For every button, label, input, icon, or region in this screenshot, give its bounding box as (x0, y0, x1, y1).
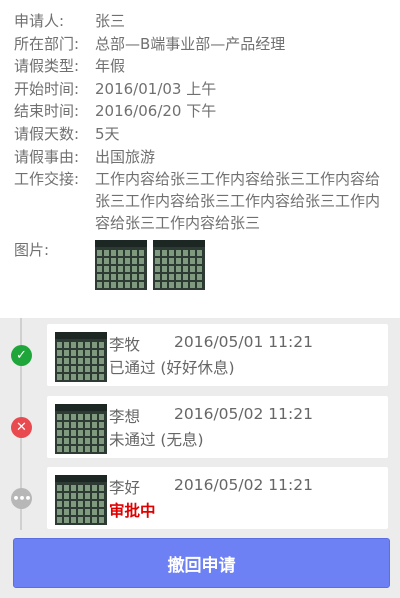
end-time-row: 结束时间: 2016/06/20 下午 (14, 100, 390, 123)
leave-type-value: 年假 (95, 57, 126, 76)
avatar (55, 332, 107, 382)
approval-result: 已通过 (好好休息) (109, 359, 235, 377)
end-time-label: 结束时间: (14, 102, 80, 121)
start-time-label: 开始时间: (14, 79, 80, 98)
reason-row: 请假事由: 出国旅游 (14, 146, 390, 169)
approver-name: 李好 (109, 479, 141, 497)
approver-name: 李想 (109, 408, 141, 426)
approval-result: 未通过 (无息) (109, 431, 204, 449)
department-row: 所在部门: 总部—B端事业部—产品经理 (14, 33, 390, 56)
handover-value: 工作内容给张三工作内容给张三工作内容给张三工作内容给张三工作内容给张三工作内容给… (95, 170, 381, 233)
reason-value: 出国旅游 (95, 147, 156, 166)
handover-row: 工作交接: 工作内容给张三工作内容给张三工作内容给张三工作内容给张三工作内容给张… (14, 168, 390, 234)
images-label: 图片: (14, 241, 50, 260)
days-value: 5天 (95, 124, 120, 143)
approval-time: 2016/05/01 11:21 (174, 333, 313, 351)
avatar (55, 475, 107, 525)
leave-detail-panel: 申请人: 张三 所在部门: 总部—B端事业部—产品经理 请假类型: 年假 开始时… (0, 0, 400, 318)
end-time-value: 2016/06/20 下午 (95, 102, 217, 121)
image-thumbnail[interactable] (95, 240, 147, 291)
applicant-label: 申请人: (14, 12, 65, 30)
approver-name: 李牧 (109, 336, 141, 354)
avatar (55, 404, 107, 454)
leave-type-label: 请假类型: (14, 57, 80, 76)
more-icon: ••• (11, 488, 32, 509)
applicant-value: 张三 (95, 12, 126, 30)
applicant-row: 申请人: 张三 (14, 10, 390, 33)
approval-result: 审批中 (109, 502, 156, 520)
handover-label: 工作交接: (14, 170, 80, 189)
approval-card: 李牧 2016/05/01 11:21 已通过 (好好休息) (47, 324, 388, 386)
images-row: 图片: (14, 239, 390, 291)
department-value: 总部—B端事业部—产品经理 (95, 34, 286, 53)
approval-time: 2016/05/02 11:21 (174, 405, 313, 423)
start-time-value: 2016/01/03 上午 (95, 79, 217, 98)
approval-card: 李想 2016/05/02 11:21 未通过 (无息) (47, 396, 388, 458)
image-thumbnails (95, 240, 205, 291)
start-time-row: 开始时间: 2016/01/03 上午 (14, 78, 390, 101)
days-row: 请假天数: 5天 (14, 123, 390, 146)
leave-type-row: 请假类型: 年假 (14, 55, 390, 78)
department-label: 所在部门: (14, 34, 80, 53)
approval-time: 2016/05/02 11:21 (174, 476, 313, 494)
reason-label: 请假事由: (14, 147, 80, 166)
days-label: 请假天数: (14, 124, 80, 143)
close-icon: ✕ (11, 417, 32, 438)
action-bar: 撤回申请 (0, 530, 400, 598)
image-thumbnail[interactable] (153, 240, 205, 291)
check-icon: ✓ (11, 345, 32, 366)
revoke-button[interactable]: 撤回申请 (13, 538, 390, 588)
approval-card: 李好 2016/05/02 11:21 审批中 (47, 467, 388, 529)
